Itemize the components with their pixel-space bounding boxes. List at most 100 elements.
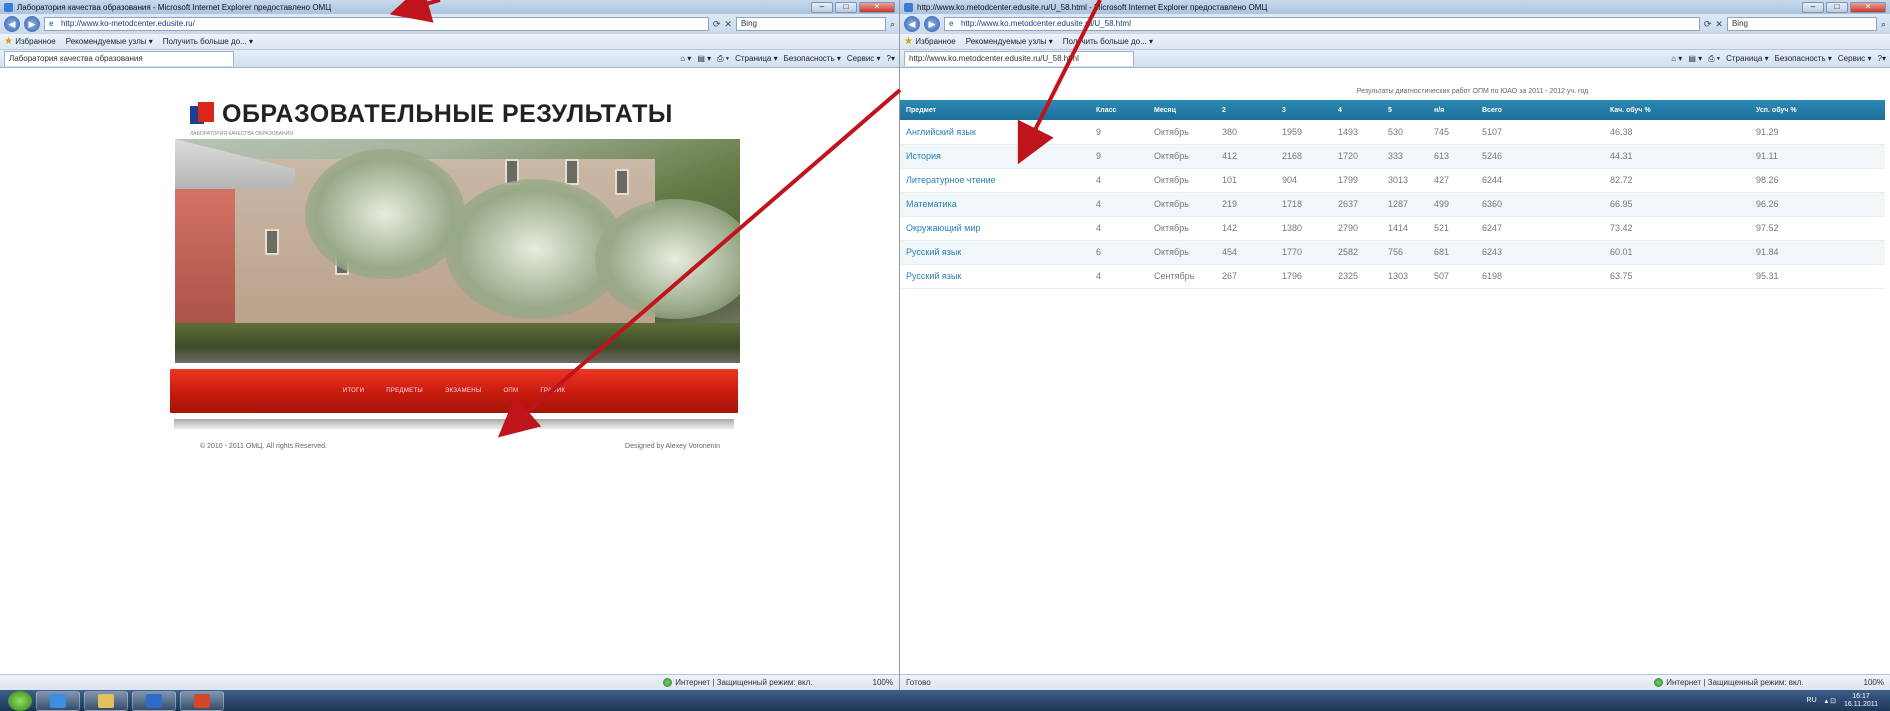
- table-cell: 91.11: [1750, 144, 1885, 169]
- subject-link[interactable]: Окружающий мир: [900, 216, 1090, 241]
- nav-opm[interactable]: ОПМ: [503, 388, 518, 394]
- left-browser-window: Лаборатория качества образования - Micro…: [0, 0, 900, 690]
- page-menu[interactable]: Страница ▾: [1726, 54, 1769, 64]
- refresh-icon[interactable]: ⟳: [1704, 19, 1712, 30]
- service-menu[interactable]: Сервис ▾: [847, 54, 881, 64]
- table-cell: 5107: [1476, 120, 1604, 145]
- table-cell: 9: [1090, 144, 1148, 169]
- feeds-icon[interactable]: ▤ ▾: [1688, 54, 1702, 64]
- minimize-button[interactable]: –: [811, 1, 833, 13]
- search-engine-label: Bing: [740, 19, 757, 28]
- help-icon[interactable]: ?▾: [887, 54, 895, 64]
- windows-taskbar: RU ▴ ⊡ 16:17 16.11.2011: [0, 690, 1890, 711]
- table-row: Окружающий мир 4 Октябрь 142 1380 2790 1…: [900, 216, 1885, 241]
- service-menu[interactable]: Сервис ▾: [1838, 54, 1872, 64]
- table-cell: 412: [1216, 144, 1276, 169]
- forward-icon[interactable]: ▶: [24, 16, 40, 32]
- forward-icon[interactable]: ▶: [924, 16, 940, 32]
- taskbar-powerpoint-button[interactable]: [180, 690, 224, 711]
- print-icon[interactable]: ⎙ ▾: [1708, 54, 1720, 64]
- table-cell: 91.29: [1750, 120, 1885, 145]
- table-cell: 219: [1216, 192, 1276, 217]
- favorites-button[interactable]: ★ Избранное: [4, 36, 56, 47]
- left-url-field[interactable]: http://www.ko-metodcenter.edusite.ru/: [44, 17, 709, 31]
- table-cell: Октябрь: [1148, 216, 1216, 241]
- stop-icon[interactable]: ✕: [724, 19, 732, 30]
- home-icon[interactable]: ⌂ ▾: [1671, 54, 1682, 64]
- table-cell: 499: [1428, 192, 1476, 217]
- search-icon[interactable]: ⌕: [1881, 19, 1886, 30]
- table-cell: 98.26: [1750, 168, 1885, 193]
- print-icon[interactable]: ⎙ ▾: [717, 54, 729, 64]
- subject-link[interactable]: Русский язык: [900, 240, 1090, 265]
- taskbar-media-button[interactable]: [132, 690, 176, 711]
- col-success: Усп. обуч %: [1750, 100, 1885, 120]
- close-button[interactable]: ✕: [859, 1, 895, 13]
- site-subtitle: ЛАБОРАТОРИЯ КАЧЕСТВА ОБРАЗОВАНИЯ: [190, 131, 293, 137]
- left-search-field[interactable]: Bing: [735, 17, 886, 31]
- close-button[interactable]: ✕: [1850, 1, 1886, 13]
- taskbar-ie-button[interactable]: [36, 690, 80, 711]
- table-cell: 904: [1276, 168, 1332, 193]
- back-icon[interactable]: ◀: [4, 16, 20, 32]
- back-icon[interactable]: ◀: [904, 16, 920, 32]
- home-icon[interactable]: ⌂ ▾: [680, 54, 691, 64]
- right-address-bar: ◀ ▶ http://www.ko.metodcenter.edusite.ru…: [900, 14, 1890, 34]
- table-cell: 427: [1428, 168, 1476, 193]
- site-header: ОБРАЗОВАТЕЛЬНЫЕ РЕЗУЛЬТАТЫ: [190, 100, 740, 129]
- left-active-tab[interactable]: Лаборатория качества образования: [4, 51, 234, 66]
- maximize-button[interactable]: □: [1826, 1, 1848, 13]
- feeds-icon[interactable]: ▤ ▾: [697, 54, 711, 64]
- right-search-field[interactable]: Bing: [1726, 17, 1877, 31]
- left-titlebar[interactable]: Лаборатория качества образования - Micro…: [0, 0, 899, 14]
- nav-predmety[interactable]: ПРЕДМЕТЫ: [386, 388, 423, 394]
- copyright-text: © 2010 - 2011 ОМЦ. All rights Reserved.: [200, 443, 327, 450]
- clock[interactable]: 16:17 16.11.2011: [1844, 693, 1878, 709]
- subject-link[interactable]: Английский язык: [900, 120, 1090, 145]
- security-menu[interactable]: Безопасность ▾: [1775, 54, 1832, 64]
- nav-ekzameny[interactable]: ЭКЗАМЕНЫ: [445, 388, 481, 394]
- star-icon: ★: [904, 36, 913, 47]
- suggested-sites-link[interactable]: Рекомендуемые узлы ▾: [66, 37, 153, 46]
- table-row: Математика 4 Октябрь 219 1718 2637 1287 …: [900, 192, 1885, 217]
- right-url-field[interactable]: http://www.ko.metodcenter.edusite.ru/U_5…: [944, 17, 1700, 31]
- suggested-sites-link[interactable]: Рекомендуемые узлы ▾: [966, 37, 1053, 46]
- left-zoom-control[interactable]: 100%: [873, 678, 893, 687]
- stop-icon[interactable]: ✕: [1715, 19, 1723, 30]
- right-status-bar: Готово Интернет | Защищенный режим: вкл.…: [900, 674, 1890, 690]
- right-zoom-control[interactable]: 100%: [1864, 678, 1884, 687]
- table-cell: 96.26: [1750, 192, 1885, 217]
- table-cell: Октябрь: [1148, 168, 1216, 193]
- taskbar-explorer-button[interactable]: [84, 690, 128, 711]
- minimize-button[interactable]: –: [1802, 1, 1824, 13]
- col-subject: Предмет: [900, 100, 1090, 120]
- get-more-addons-link[interactable]: Получить больше до... ▾: [163, 37, 253, 46]
- favorites-button[interactable]: ★ Избранное: [904, 36, 956, 47]
- subject-link[interactable]: История: [900, 144, 1090, 169]
- get-more-addons-link[interactable]: Получить больше до... ▾: [1063, 37, 1153, 46]
- table-cell: 6: [1090, 240, 1148, 265]
- search-icon[interactable]: ⌕: [890, 19, 895, 30]
- security-menu[interactable]: Безопасность ▾: [784, 54, 841, 64]
- table-cell: 1796: [1276, 264, 1332, 289]
- maximize-button[interactable]: □: [835, 1, 857, 13]
- nav-itogi[interactable]: ИТОГИ: [343, 388, 364, 394]
- start-button[interactable]: [8, 690, 32, 711]
- network-icon[interactable]: ▴ ⊡: [1825, 697, 1836, 705]
- subject-link[interactable]: Русский язык: [900, 264, 1090, 289]
- subject-link[interactable]: Математика: [900, 192, 1090, 217]
- subject-link[interactable]: Литературное чтение: [900, 168, 1090, 193]
- table-cell: 2637: [1332, 192, 1382, 217]
- right-titlebar[interactable]: http://www.ko.metodcenter.edusite.ru/U_5…: [900, 0, 1890, 14]
- right-security-zone: Интернет | Защищенный режим: вкл.: [1654, 678, 1804, 687]
- nav-grafik[interactable]: ГРАФИК: [540, 388, 565, 394]
- page-menu[interactable]: Страница ▾: [735, 54, 778, 64]
- help-icon[interactable]: ?▾: [1878, 54, 1886, 64]
- refresh-icon[interactable]: ⟳: [713, 19, 721, 30]
- results-table: Предмет Класс Месяц 2 3 4 5 н/я Всего Ка…: [900, 100, 1885, 289]
- table-cell: Сентябрь: [1148, 264, 1216, 289]
- table-row: Русский язык 6 Октябрь 454 1770 2582 756…: [900, 240, 1885, 265]
- language-indicator[interactable]: RU: [1807, 697, 1817, 704]
- table-row: Литературное чтение 4 Октябрь 101 904 17…: [900, 168, 1885, 193]
- right-active-tab[interactable]: http://www.ko.metodcenter.edusite.ru/U_5…: [904, 51, 1134, 66]
